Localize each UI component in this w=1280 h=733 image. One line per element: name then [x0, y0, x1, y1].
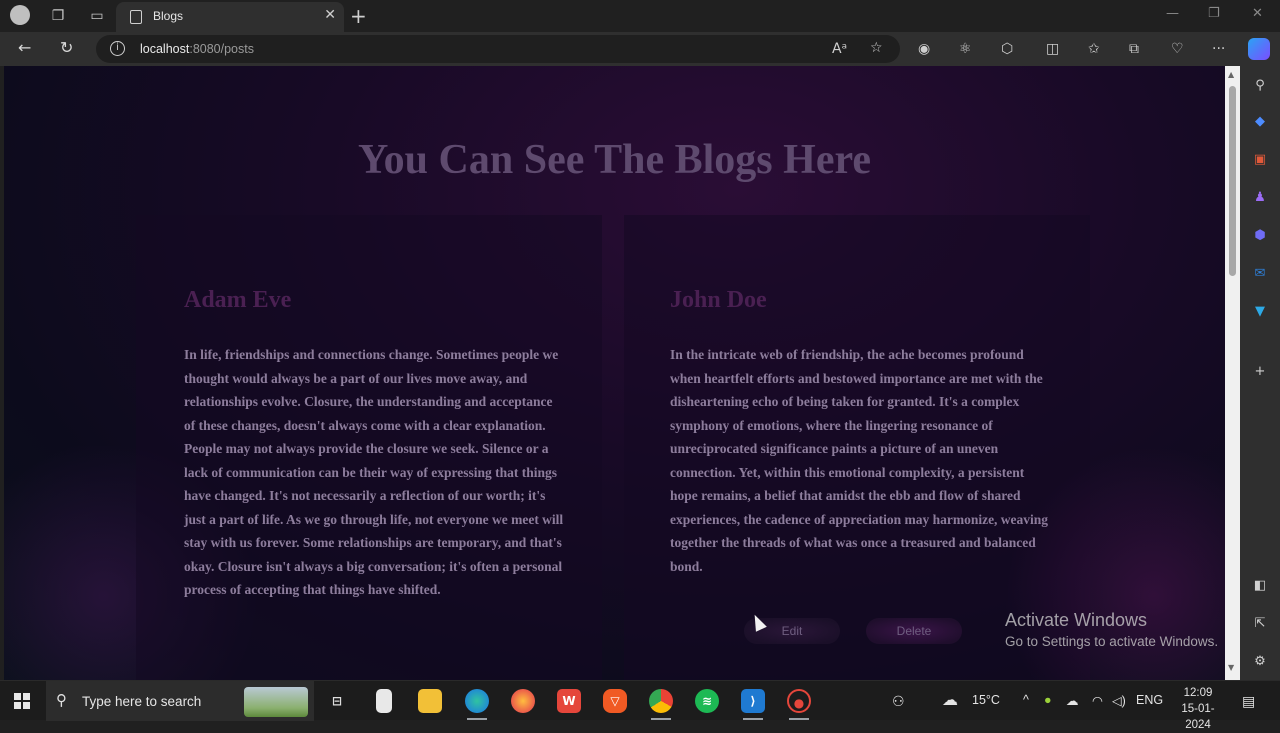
page-title: You Can See The Blogs Here	[358, 137, 871, 183]
delete-button[interactable]: Delete	[866, 618, 962, 644]
file-explorer-icon[interactable]	[418, 689, 442, 713]
drop-icon[interactable]: ▼	[1250, 302, 1270, 322]
tools-icon[interactable]: ▣	[1250, 150, 1270, 170]
search-icon: ⚲	[56, 691, 67, 709]
screen-recorder-icon[interactable]: ●	[787, 689, 811, 713]
profile-avatar-icon[interactable]	[9, 5, 31, 27]
extension-record-icon[interactable]: ◉	[918, 41, 930, 57]
clock-time: 12:09	[1183, 687, 1213, 699]
task-view-icon[interactable]: ⊟	[325, 689, 349, 713]
address-toolbar: ← ↻ i localhost:8080/posts Aᵃ ☆ ◉ ⚛ ⬡ ◫ …	[0, 32, 1280, 66]
tab-title: Blogs	[153, 9, 184, 23]
tab-blogs[interactable]: Blogs ✕	[116, 2, 344, 32]
system-clock[interactable]: 12:09 15-01-2024	[1170, 685, 1226, 733]
blog-body: In life, friendships and connections cha…	[184, 347, 564, 597]
search-highlight-image	[244, 687, 308, 717]
games-icon[interactable]: ♟	[1250, 188, 1270, 208]
blog-card: Adam Eve In life, friendships and connec…	[136, 215, 602, 680]
firefox-icon[interactable]	[511, 689, 535, 713]
add-sidebar-app-icon[interactable]: +	[1250, 362, 1270, 382]
shopping-tag-icon[interactable]: ◆	[1250, 112, 1270, 132]
vscode-icon[interactable]: ⟩	[741, 689, 765, 713]
settings-gear-icon[interactable]: ⚙	[1250, 652, 1270, 672]
windows-start-icon[interactable]	[14, 693, 30, 709]
search-icon[interactable]: ⚲	[1250, 76, 1270, 96]
weather-cloud-icon[interactable]: ☁	[942, 690, 958, 710]
scroll-thumb[interactable]	[1229, 86, 1236, 276]
extension-react-icon[interactable]: ⚛	[959, 41, 972, 57]
hide-sidebar-icon[interactable]: ◧	[1250, 576, 1270, 596]
clock-date: 15-01-2024	[1181, 703, 1215, 731]
search-placeholder: Type here to search	[82, 694, 202, 709]
url-text: localhost:8080/posts	[140, 42, 254, 56]
tab-actions-icon[interactable]: ▭	[86, 5, 108, 27]
scroll-up-icon[interactable]: ▲	[1228, 70, 1234, 79]
volume-icon[interactable]: ◁)	[1112, 693, 1126, 708]
windows-taskbar: ⚲ Type here to search ⊟ W ▽ ≋ ⟩ ● ⚇ ☁ 15…	[0, 680, 1280, 731]
read-aloud-icon[interactable]: Aᵃ	[832, 41, 847, 57]
spotify-icon[interactable]: ≋	[695, 689, 719, 713]
favorites-icon[interactable]: ✩	[1088, 41, 1100, 57]
performance-icon[interactable]: ♡	[1171, 41, 1184, 57]
wps-office-icon[interactable]: W	[557, 689, 581, 713]
outlook-icon[interactable]: ✉	[1250, 264, 1270, 284]
site-info-icon[interactable]: i	[110, 41, 125, 56]
back-icon[interactable]: ←	[18, 38, 31, 57]
address-bar[interactable]: i localhost:8080/posts Aᵃ ☆	[96, 35, 900, 63]
restore-icon[interactable]: ❐	[1208, 6, 1220, 21]
copilot-icon[interactable]	[1248, 38, 1270, 60]
minimize-icon[interactable]: —	[1166, 6, 1179, 21]
open-external-icon[interactable]: ⇱	[1250, 614, 1270, 634]
close-window-icon[interactable]: ✕	[1252, 6, 1263, 21]
collections-icon[interactable]: ⧉	[1129, 41, 1139, 57]
watermark-subtitle: Go to Settings to activate Windows.	[1005, 634, 1219, 649]
brave-icon[interactable]: ▽	[603, 689, 627, 713]
tray-app-icon[interactable]: ●	[1044, 693, 1052, 707]
watermark-title: Activate Windows	[1005, 610, 1148, 630]
edge-icon[interactable]	[465, 689, 489, 713]
wifi-icon[interactable]: ◠	[1092, 693, 1103, 708]
taskbar-search-box[interactable]: ⚲ Type here to search	[46, 681, 314, 721]
show-hidden-icons-icon[interactable]: ^	[1023, 693, 1029, 707]
favorite-star-icon[interactable]: ☆	[870, 40, 883, 56]
activation-watermark: Activate Windows Go to Settings to activ…	[1005, 610, 1218, 649]
new-tab-icon[interactable]: +	[350, 4, 367, 28]
chrome-icon[interactable]	[649, 689, 673, 713]
notepad-icon[interactable]	[376, 689, 392, 713]
close-tab-icon[interactable]: ✕	[324, 7, 336, 23]
people-icon[interactable]: ⚇	[892, 693, 905, 710]
page-favicon-icon	[130, 10, 142, 24]
workspaces-icon[interactable]: ❐	[47, 5, 69, 27]
scroll-down-icon[interactable]: ▼	[1228, 663, 1234, 672]
weather-temperature[interactable]: 15°C	[972, 693, 1000, 707]
browser-sidebar: ⚲ ◆ ▣ ♟ ⬢ ✉ ▼ + ◧ ⇱ ⚙	[1240, 66, 1280, 680]
blog-author: Adam Eve	[184, 287, 292, 313]
blog-author: John Doe	[670, 287, 767, 313]
blog-body: In the intricate web of friendship, the …	[670, 347, 1049, 574]
more-menu-icon[interactable]: ···	[1212, 41, 1225, 57]
browser-tab-strip: ❐ ▭ Blogs ✕ + — ❐ ✕	[0, 0, 1280, 32]
split-screen-icon[interactable]: ◫	[1046, 41, 1059, 57]
input-language[interactable]: ENG	[1136, 693, 1163, 707]
refresh-icon[interactable]: ↻	[60, 38, 73, 57]
onedrive-icon[interactable]: ☁	[1066, 693, 1079, 708]
page-content: You Can See The Blogs Here Adam Eve In l…	[4, 66, 1225, 680]
extensions-icon[interactable]: ⬡	[1001, 41, 1013, 57]
notifications-icon[interactable]: ▤	[1242, 693, 1255, 710]
copilot-m365-icon[interactable]: ⬢	[1250, 226, 1270, 246]
page-scrollbar[interactable]: ▲ ▼	[1225, 66, 1240, 680]
